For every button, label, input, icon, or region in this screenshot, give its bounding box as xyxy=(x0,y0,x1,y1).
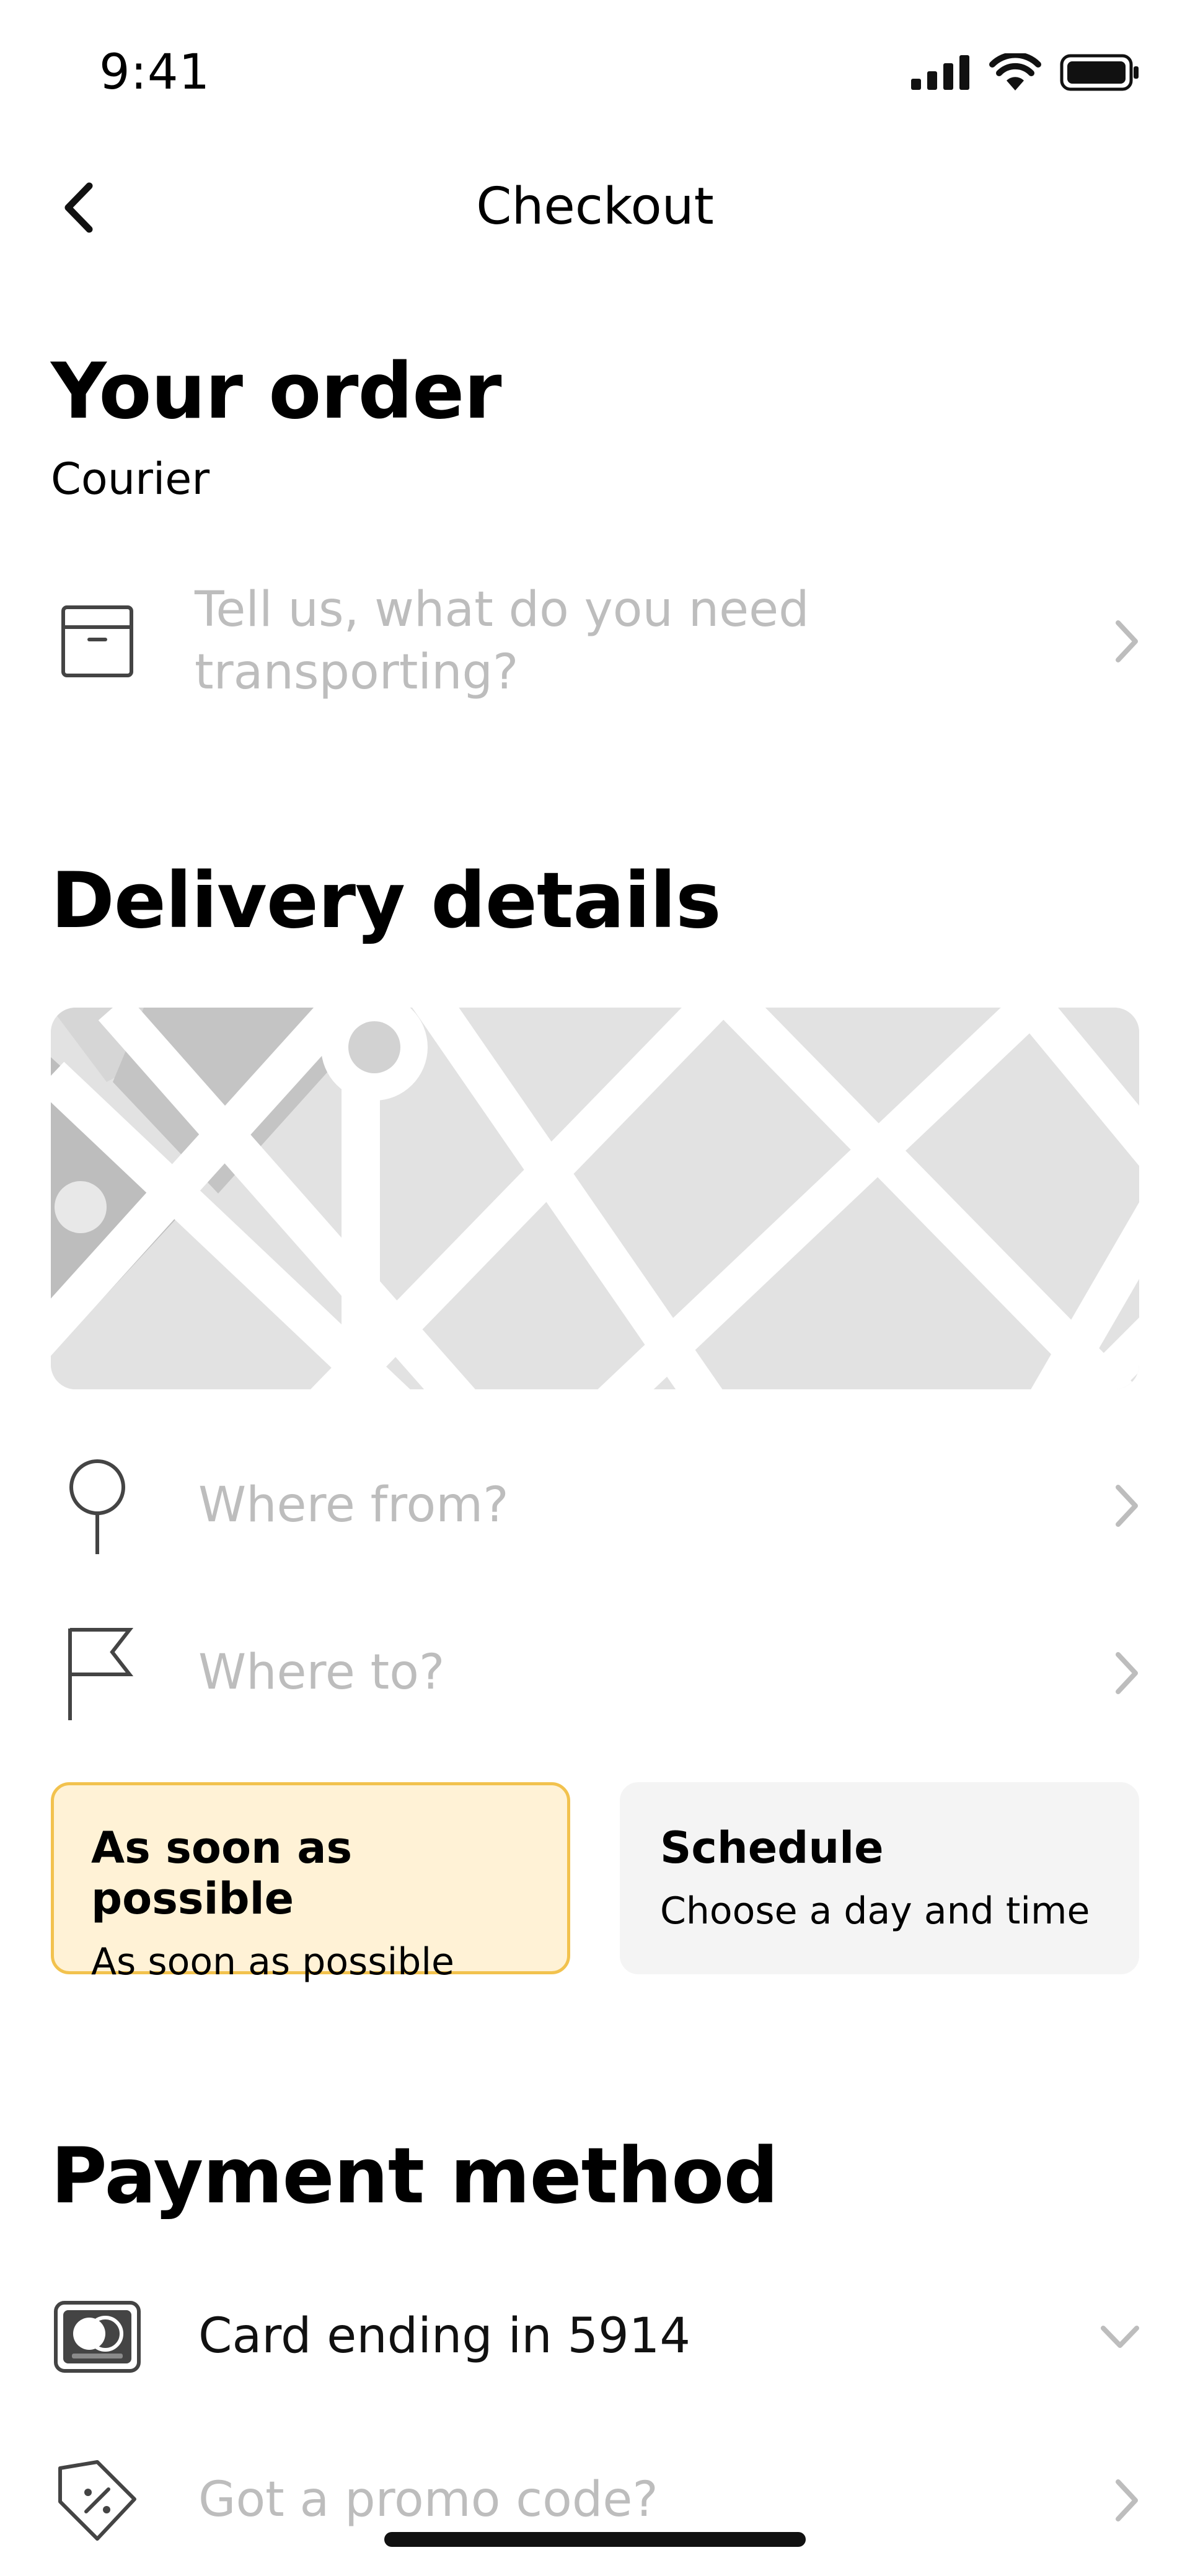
payment-card-row[interactable]: Card ending in 5914 xyxy=(51,2278,1142,2396)
box-icon xyxy=(61,605,133,677)
status-time: 9:41 xyxy=(99,45,211,100)
chevron-right-icon xyxy=(1116,2479,1138,2521)
pin-icon xyxy=(69,1459,125,1554)
asap-option[interactable]: As soon as possible As soon as possible xyxy=(51,1782,570,1984)
schedule-option-subtitle: Choose a day and time xyxy=(660,1889,1090,1933)
wifi-icon xyxy=(989,53,1041,90)
order-heading: Your order xyxy=(51,347,502,436)
chevron-right-icon xyxy=(1116,620,1138,662)
home-indicator xyxy=(384,2532,806,2547)
item-description-placeholder: Tell us, what do you need transporting? xyxy=(195,581,809,700)
flag-icon xyxy=(68,1628,134,1720)
page-title: Checkout xyxy=(476,177,714,236)
status-icons xyxy=(911,53,1140,92)
where-from-placeholder: Where from? xyxy=(198,1477,509,1534)
where-to-row[interactable]: Where to? xyxy=(51,1611,1142,1735)
payment-heading: Payment method xyxy=(51,2132,778,2221)
map-preview[interactable] xyxy=(51,1008,1139,1389)
mastercard-icon xyxy=(54,2301,141,2373)
where-from-row[interactable]: Where from? xyxy=(51,1444,1142,1568)
chevron-down-icon xyxy=(1101,2326,1139,2348)
schedule-option[interactable]: Schedule Choose a day and time xyxy=(620,1782,1139,1974)
promo-tag-icon xyxy=(58,2460,136,2541)
where-to-placeholder: Where to? xyxy=(198,1645,445,1701)
card-label: Card ending in 5914 xyxy=(198,2308,691,2365)
map-graphic xyxy=(51,1008,1139,1389)
signal-icon xyxy=(911,55,969,90)
promo-code-placeholder: Got a promo code? xyxy=(198,2472,658,2528)
chevron-right-icon xyxy=(1116,1485,1138,1527)
item-description-row[interactable]: Tell us, what do you need transporting? xyxy=(51,567,1142,716)
chevron-right-icon xyxy=(1116,1652,1138,1694)
battery-icon xyxy=(1060,54,1139,91)
service-type: Courier xyxy=(51,454,210,504)
schedule-option-title: Schedule xyxy=(660,1822,884,1873)
asap-option-subtitle: As soon as possible xyxy=(91,1940,454,1984)
asap-option-title: As soon as possible xyxy=(91,1822,353,1924)
delivery-heading: Delivery details xyxy=(51,856,721,946)
